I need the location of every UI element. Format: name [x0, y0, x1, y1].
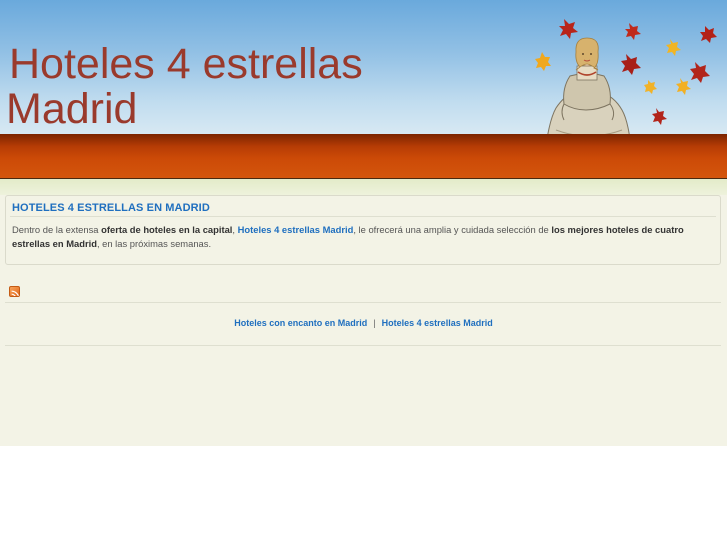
- header-shadow: [0, 179, 727, 195]
- site-header: Hoteles 4 estrellas Madrid: [0, 0, 727, 135]
- footer-link-hoteles-4-estrellas[interactable]: Hoteles 4 estrellas Madrid: [382, 318, 493, 328]
- site-title-line-1[interactable]: Hoteles 4 estrellas: [6, 42, 406, 87]
- post-title[interactable]: HOTELES 4 ESTRELLAS EN MADRID: [12, 202, 210, 214]
- post-title-divider: [10, 216, 716, 217]
- footer-separator: |: [373, 318, 376, 328]
- rss-glyph-icon: [11, 290, 19, 296]
- post-text-4: , en las próximas semanas.: [96, 237, 212, 249]
- post-body: Dentro de la extensa oferta de hoteles e…: [12, 223, 717, 250]
- post-link-hoteles-4-estrellas-madrid[interactable]: Hoteles 4 estrellas Madrid: [238, 224, 354, 235]
- post: HOTELES 4 ESTRELLAS EN MADRID Dentro de …: [5, 195, 721, 265]
- rss-feed-icon[interactable]: [9, 286, 20, 297]
- site-title-line-2[interactable]: Madrid: [6, 87, 406, 132]
- post-bold-1: oferta de hoteles en la capital: [101, 224, 233, 235]
- infanta-figure: [547, 37, 630, 135]
- footer-bottom-divider: [5, 345, 721, 346]
- page: Hoteles 4 estrellas Madrid HOTELES 4 EST…: [0, 0, 727, 545]
- header-band: [0, 134, 727, 179]
- site-title[interactable]: Hoteles 4 estrellas Madrid: [6, 42, 406, 132]
- post-text-1: Dentro de la extensa: [12, 224, 102, 235]
- infanta-illustration-icon: [535, 19, 717, 135]
- footer-links: Hoteles con encanto en Madrid | Hoteles 4 …: [0, 318, 727, 328]
- footer-link-hoteles-con-encanto[interactable]: Hoteles con encanto en Madrid: [234, 318, 367, 328]
- footer-top-divider: [5, 302, 721, 303]
- post-text-3: , le ofrecerá una amplia y cuidada selec…: [353, 224, 552, 235]
